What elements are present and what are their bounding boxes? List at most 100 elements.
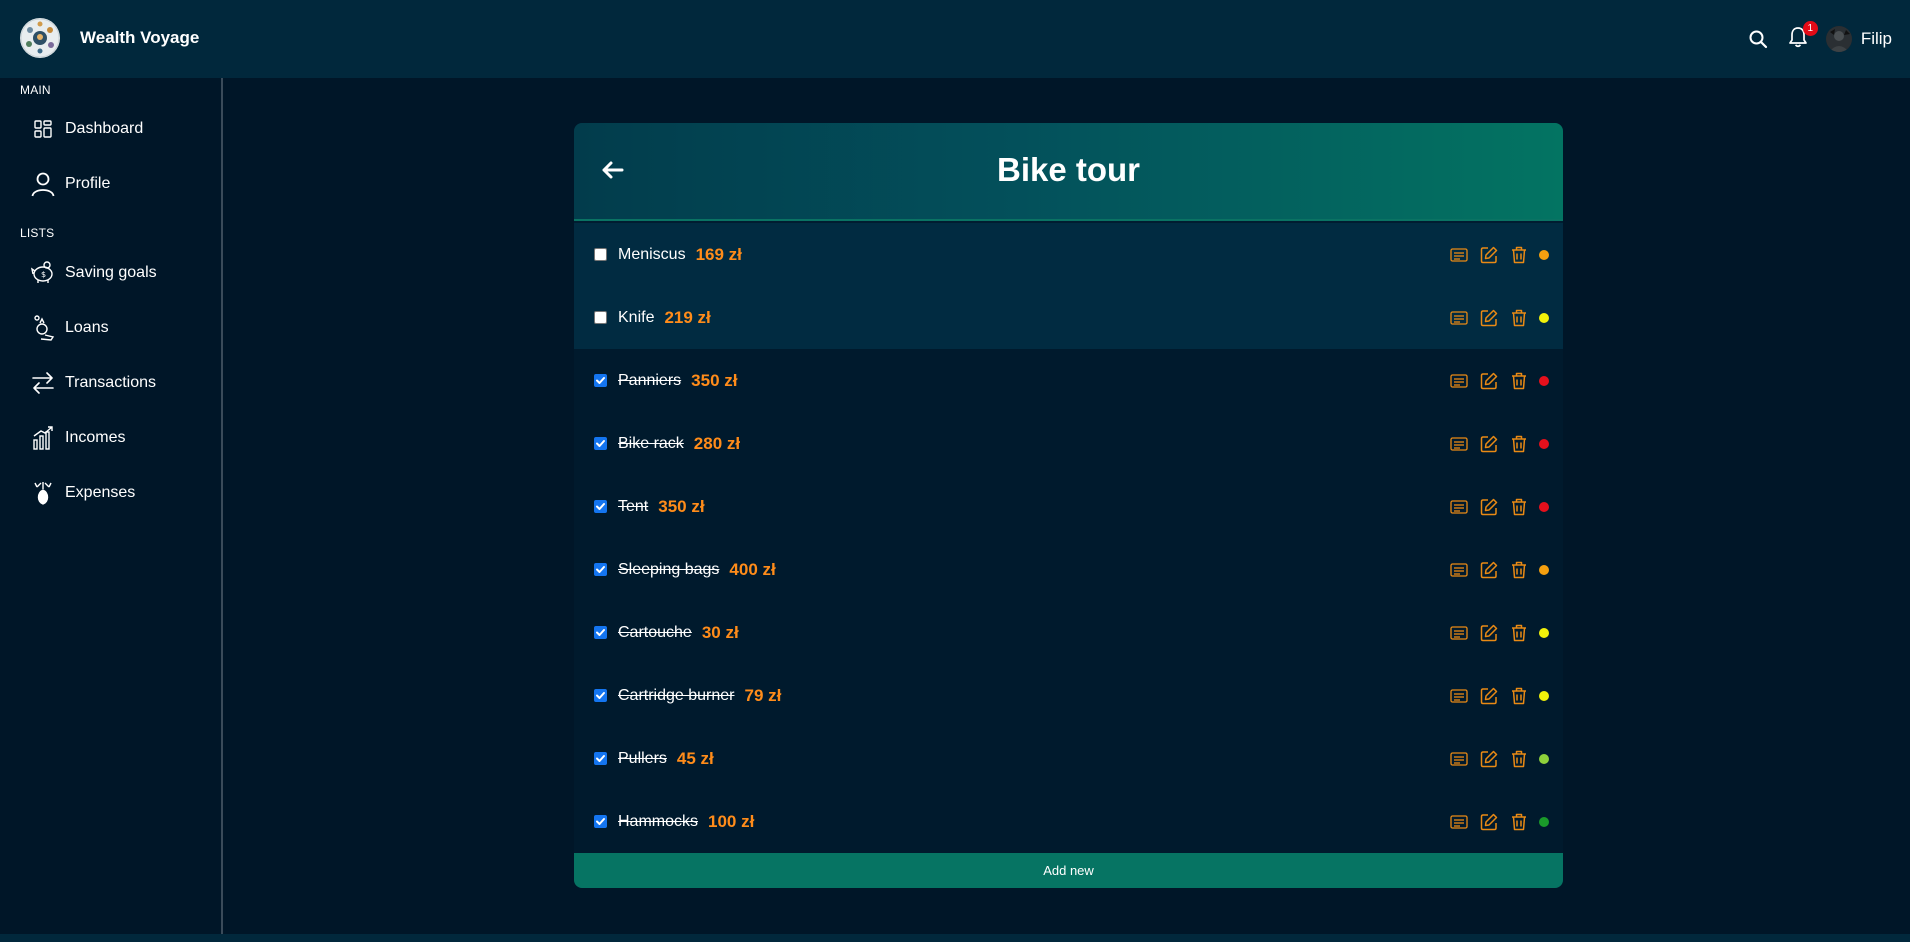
list-item: Cartridge burner 79 zł bbox=[574, 664, 1563, 727]
sidebar-item-incomes[interactable]: Incomes bbox=[0, 418, 220, 458]
item-price: 169 zł bbox=[695, 244, 742, 264]
sidebar-item-transactions[interactable]: Transactions bbox=[0, 363, 220, 403]
edit-icon[interactable] bbox=[1478, 244, 1500, 266]
item-actions bbox=[1440, 790, 1549, 853]
sidebar-item-profile[interactable]: Profile bbox=[0, 164, 220, 204]
item-actions bbox=[1440, 727, 1549, 790]
trash-icon[interactable] bbox=[1508, 559, 1530, 581]
note-icon[interactable] bbox=[1448, 244, 1470, 266]
svg-text:$: $ bbox=[41, 270, 46, 279]
item-checkbox[interactable] bbox=[594, 437, 607, 450]
user-menu[interactable]: Filip bbox=[1825, 26, 1892, 52]
item-checkbox[interactable] bbox=[594, 311, 607, 324]
edit-icon[interactable] bbox=[1478, 685, 1500, 707]
item-checkbox[interactable] bbox=[594, 815, 607, 828]
add-new-button[interactable]: Add new bbox=[574, 853, 1563, 888]
item-actions bbox=[1440, 412, 1549, 475]
priority-dot bbox=[1539, 438, 1549, 449]
edit-icon[interactable] bbox=[1478, 496, 1500, 518]
trash-icon[interactable] bbox=[1508, 307, 1530, 329]
trash-icon[interactable] bbox=[1508, 811, 1530, 833]
note-icon[interactable] bbox=[1448, 748, 1470, 770]
list-item: Hammocks 100 zł bbox=[574, 790, 1563, 853]
item-name: Meniscus bbox=[618, 245, 686, 263]
sidebar-item-label: Transactions bbox=[65, 374, 156, 391]
trash-icon[interactable] bbox=[1508, 496, 1530, 518]
priority-dot bbox=[1539, 816, 1549, 827]
item-name: Knife bbox=[618, 308, 655, 326]
item-price: 30 zł bbox=[701, 622, 739, 642]
sidebar-item-label: Incomes bbox=[65, 429, 126, 446]
item-name: Pullers bbox=[618, 749, 667, 767]
list-item: Pullers 45 zł bbox=[574, 727, 1563, 790]
note-icon[interactable] bbox=[1448, 685, 1470, 707]
notifications-button[interactable]: 1 bbox=[1784, 21, 1818, 53]
brand[interactable]: Wealth Voyage bbox=[20, 18, 199, 58]
item-checkbox[interactable] bbox=[594, 563, 607, 576]
edit-icon[interactable] bbox=[1478, 811, 1500, 833]
item-name: Hammocks bbox=[618, 812, 699, 830]
priority-dot bbox=[1539, 564, 1549, 575]
note-icon[interactable] bbox=[1448, 496, 1470, 518]
item-price: 100 zł bbox=[708, 811, 755, 831]
avatar bbox=[1825, 26, 1852, 52]
list-item: Panniers 350 zł bbox=[574, 349, 1563, 412]
item-checkbox[interactable] bbox=[594, 500, 607, 513]
priority-dot bbox=[1539, 753, 1549, 764]
item-name: Cartridge burner bbox=[618, 686, 735, 704]
trash-icon[interactable] bbox=[1508, 244, 1530, 266]
list-item: Tent 350 zł bbox=[574, 475, 1563, 538]
trash-icon[interactable] bbox=[1508, 433, 1530, 455]
loan-icon bbox=[28, 313, 58, 343]
trash-icon[interactable] bbox=[1508, 748, 1530, 770]
item-checkbox[interactable] bbox=[594, 752, 607, 765]
sidebar-item-saving-goals[interactable]: $ Saving goals bbox=[0, 253, 220, 293]
note-icon[interactable] bbox=[1448, 307, 1470, 329]
note-icon[interactable] bbox=[1448, 433, 1470, 455]
item-price: 219 zł bbox=[664, 307, 711, 327]
priority-dot bbox=[1539, 312, 1549, 323]
item-name: Tent bbox=[618, 497, 649, 515]
sidebar-item-dashboard[interactable]: Dashboard bbox=[0, 109, 220, 149]
note-icon[interactable] bbox=[1448, 622, 1470, 644]
trash-icon[interactable] bbox=[1508, 370, 1530, 392]
note-icon[interactable] bbox=[1448, 559, 1470, 581]
trash-icon[interactable] bbox=[1508, 685, 1530, 707]
edit-icon[interactable] bbox=[1478, 748, 1500, 770]
top-bar: Wealth Voyage 1 Filip bbox=[0, 0, 1910, 78]
item-actions bbox=[1440, 223, 1549, 286]
sidebar-item-expenses[interactable]: Expenses bbox=[0, 473, 220, 513]
item-actions bbox=[1440, 286, 1549, 349]
sidebar-item-label: Loans bbox=[65, 319, 109, 336]
search-icon[interactable] bbox=[1744, 25, 1772, 53]
item-checkbox[interactable] bbox=[594, 689, 607, 702]
sidebar-item-loans[interactable]: Loans bbox=[0, 308, 220, 348]
bottom-strip bbox=[0, 934, 1910, 942]
note-icon[interactable] bbox=[1448, 811, 1470, 833]
item-checkbox[interactable] bbox=[594, 374, 607, 387]
transfer-arrows-icon bbox=[28, 368, 58, 398]
trash-icon[interactable] bbox=[1508, 622, 1530, 644]
sidebar-item-label: Expenses bbox=[65, 484, 136, 501]
edit-icon[interactable] bbox=[1478, 307, 1500, 329]
edit-icon[interactable] bbox=[1478, 559, 1500, 581]
user-name: Filip bbox=[1860, 29, 1892, 48]
item-name: Sleeping bags bbox=[618, 560, 720, 578]
item-list: Meniscus 169 zł Knife 219 zł Panniers 350 zł B… bbox=[574, 223, 1563, 853]
item-actions bbox=[1440, 664, 1549, 727]
sidebar-item-label: Profile bbox=[65, 175, 111, 192]
priority-dot bbox=[1539, 375, 1549, 386]
edit-icon[interactable] bbox=[1478, 622, 1500, 644]
priority-dot bbox=[1539, 690, 1549, 701]
item-checkbox[interactable] bbox=[594, 248, 607, 261]
note-icon[interactable] bbox=[1448, 370, 1470, 392]
item-name: Panniers bbox=[618, 371, 682, 389]
item-actions bbox=[1440, 475, 1549, 538]
item-price: 79 zł bbox=[744, 685, 782, 705]
edit-icon[interactable] bbox=[1478, 433, 1500, 455]
user-icon bbox=[28, 169, 58, 199]
item-checkbox[interactable] bbox=[594, 626, 607, 639]
item-name: Bike rack bbox=[618, 434, 684, 452]
list-item: Knife 219 zł bbox=[574, 286, 1563, 349]
edit-icon[interactable] bbox=[1478, 370, 1500, 392]
